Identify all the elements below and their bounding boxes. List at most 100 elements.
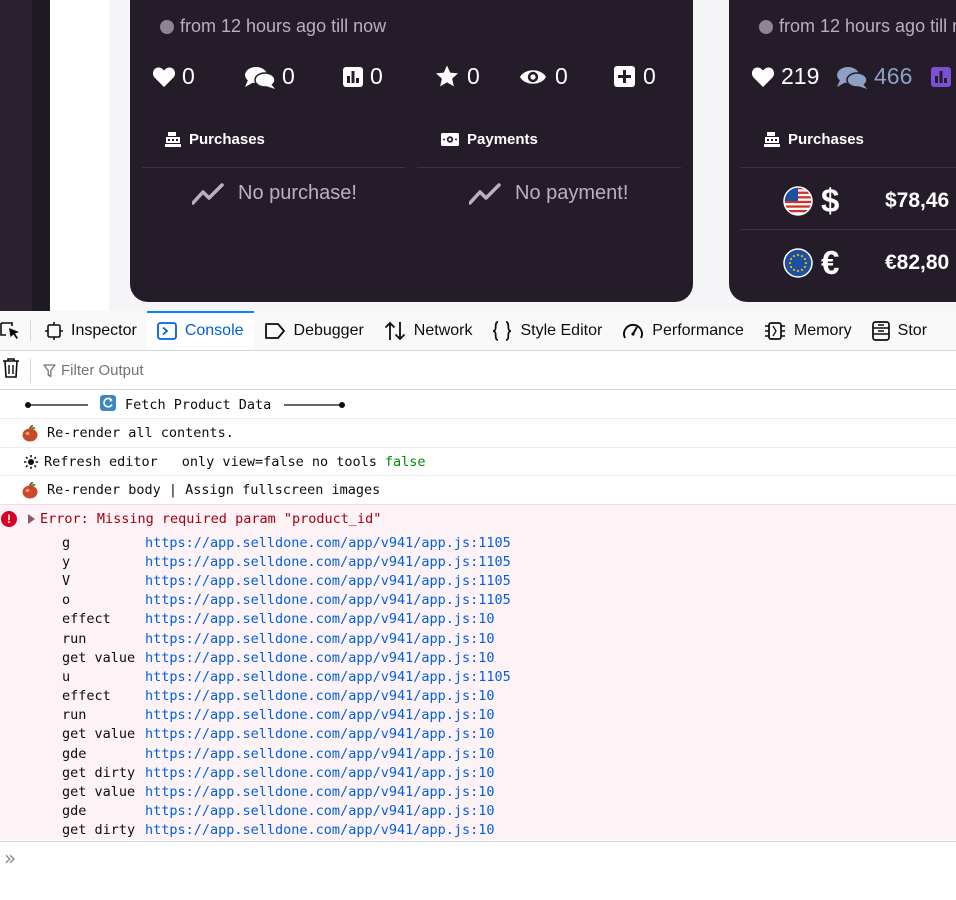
stack-frame-function: get value	[62, 649, 136, 666]
stack-frame: run https://app.selldone.com/app/v941/app…	[62, 706, 956, 725]
chart-count: 0	[370, 63, 383, 89]
console-input[interactable]	[24, 843, 925, 872]
comments-icon	[837, 66, 868, 89]
log-message-refresh-editor: Refresh editor only view=false no tools …	[0, 448, 956, 476]
time-range-label: from 12 hours ago till now	[160, 16, 386, 37]
currency-amount: €82,80	[885, 251, 950, 274]
debugger-icon	[264, 322, 285, 339]
element-picker-button[interactable]	[0, 311, 30, 350]
star-icon	[436, 65, 458, 87]
filter-output-input[interactable]	[61, 362, 361, 379]
tab-console[interactable]: Console	[146, 311, 254, 350]
purchases-header: Purchases	[165, 131, 265, 148]
performance-gauge-icon	[623, 323, 644, 338]
tab-label: Inspector	[71, 321, 137, 339]
stars-count: 0	[467, 63, 480, 89]
stack-frame-function: get value	[62, 726, 136, 743]
tab-debugger[interactable]: Debugger	[254, 311, 374, 350]
trash-icon	[3, 358, 19, 378]
stack-frame-link[interactable]: https://app.selldone.com/app/v941/app.js…	[145, 592, 511, 608]
memory-chip-icon	[764, 321, 785, 340]
comments-stat: 0	[244, 63, 343, 90]
eye-icon	[520, 69, 546, 84]
console-toolbar	[0, 352, 956, 390]
stack-frame-link[interactable]: https://app.selldone.com/app/v941/app.js…	[145, 611, 495, 627]
log-boolean-value[interactable]: false	[385, 454, 426, 470]
stack-frame-link[interactable]: https://app.selldone.com/app/v941/app.js…	[145, 688, 495, 704]
separator-line-icon	[284, 401, 346, 408]
stack-frame-link[interactable]: https://app.selldone.com/app/v941/app.js…	[145, 631, 495, 647]
stack-frame: get dirty https://app.selldone.com/app/v9…	[62, 763, 956, 782]
tab-network[interactable]: Network	[374, 311, 483, 350]
stack-frame-link[interactable]: https://app.selldone.com/app/v941/app.js…	[145, 707, 495, 723]
stack-frame-link[interactable]: https://app.selldone.com/app/v941/app.js…	[145, 784, 495, 800]
curly-braces-icon	[493, 320, 512, 341]
tab-memory[interactable]: Memory	[754, 311, 862, 350]
stack-frame-function: y	[62, 553, 71, 570]
stack-frame-function: get dirty	[62, 764, 136, 781]
content-gutter	[50, 0, 109, 311]
heart-icon	[152, 66, 176, 87]
stack-frame-function: run	[62, 707, 87, 724]
devtools-tabbar: Inspector Console Debugger Network Style…	[0, 311, 956, 351]
stack-frame-link[interactable]: https://app.selldone.com/app/v941/app.js…	[145, 669, 511, 685]
stack-frame-link[interactable]: https://app.selldone.com/app/v941/app.js…	[145, 535, 511, 551]
stack-frame: Vhttps://app.selldone.com/app/v941/app.j…	[62, 571, 956, 590]
tab-label: Stor	[897, 321, 928, 339]
prompt-chevron-icon: »	[4, 845, 17, 870]
stack-frame-link[interactable]: https://app.selldone.com/app/v941/app.js…	[145, 746, 495, 762]
stack-frame-function: effect	[62, 688, 111, 705]
tab-style-editor[interactable]: Style Editor	[482, 311, 612, 350]
likes-stat: 219	[751, 63, 836, 90]
stack-frame-link[interactable]: https://app.selldone.com/app/v941/app.js…	[145, 726, 495, 742]
tab-label: Style Editor	[520, 321, 603, 339]
stats-row: 219 466	[751, 63, 951, 90]
refresh-emoji-icon	[100, 394, 116, 415]
no-purchase-text: No purchase!	[238, 182, 357, 204]
currency-symbol: €	[821, 244, 840, 281]
bar-chart-icon	[343, 66, 363, 87]
log-text: Refresh editor	[44, 453, 158, 470]
trend-line-icon	[192, 182, 224, 205]
console-input-row: »	[0, 841, 956, 873]
tab-storage[interactable]: Stor	[862, 311, 937, 350]
tab-label: Performance	[652, 321, 744, 339]
likes-count: 219	[781, 63, 820, 89]
tab-inspector[interactable]: Inspector	[31, 311, 147, 350]
error-message: ! Error: Missing required param "product…	[0, 504, 956, 840]
tab-performance[interactable]: Performance	[612, 311, 754, 350]
stack-frame: get dirty https://app.selldone.com/app/v9…	[62, 821, 956, 840]
stack-frame-link[interactable]: https://app.selldone.com/app/v941/app.js…	[145, 803, 495, 819]
stack-frame: get value https://app.selldone.com/app/v9…	[62, 648, 956, 667]
toolbar-separator	[30, 358, 31, 383]
stack-frame-link[interactable]: https://app.selldone.com/app/v941/app.js…	[145, 650, 495, 666]
stack-frame-link[interactable]: https://app.selldone.com/app/v941/app.js…	[145, 765, 495, 781]
stack-frame-link[interactable]: https://app.selldone.com/app/v941/app.js…	[145, 573, 511, 589]
console-output: Fetch Product Data Re-render all content…	[0, 391, 956, 841]
sun-emoji-icon	[24, 454, 38, 469]
likes-count: 0	[182, 63, 195, 89]
dashboard-area: from 12 hours ago till now 0 0 0 0 0 0 P…	[0, 0, 956, 311]
error-header[interactable]: ! Error: Missing required param "product…	[0, 505, 956, 533]
stack-frame: gde https://app.selldone.com/app/v941/app…	[62, 802, 956, 821]
no-purchase-placeholder: No purchase!	[192, 182, 357, 205]
stack-frame-link[interactable]: https://app.selldone.com/app/v941/app.js…	[145, 554, 511, 570]
stack-frame-function: g	[62, 534, 71, 551]
stats-card-product: from 12 hours ago till now 0 0 0 0 0 0 P…	[130, 0, 693, 302]
likes-stat: 0	[152, 63, 244, 90]
us-flag-icon	[783, 186, 813, 216]
log-message-rerender: Re-render all contents.	[0, 419, 956, 448]
stack-frame: effect https://app.selldone.com/app/v941/…	[62, 687, 956, 706]
stack-frame: run https://app.selldone.com/app/v941/app…	[62, 629, 956, 648]
error-icon: !	[1, 511, 17, 527]
stars-stat: 0	[435, 63, 519, 90]
currency-symbol: $	[821, 182, 840, 219]
adds-stat: 0	[614, 63, 656, 90]
log-message-fetch: Fetch Product Data	[0, 391, 956, 419]
clear-console-button[interactable]	[2, 357, 20, 384]
stack-frame-link[interactable]: https://app.selldone.com/app/v941/app.js…	[145, 822, 495, 838]
expand-arrow-icon[interactable]	[28, 514, 35, 524]
apple-emoji-icon	[21, 481, 39, 499]
views-count: 0	[555, 63, 568, 89]
apple-emoji-icon	[21, 424, 39, 442]
